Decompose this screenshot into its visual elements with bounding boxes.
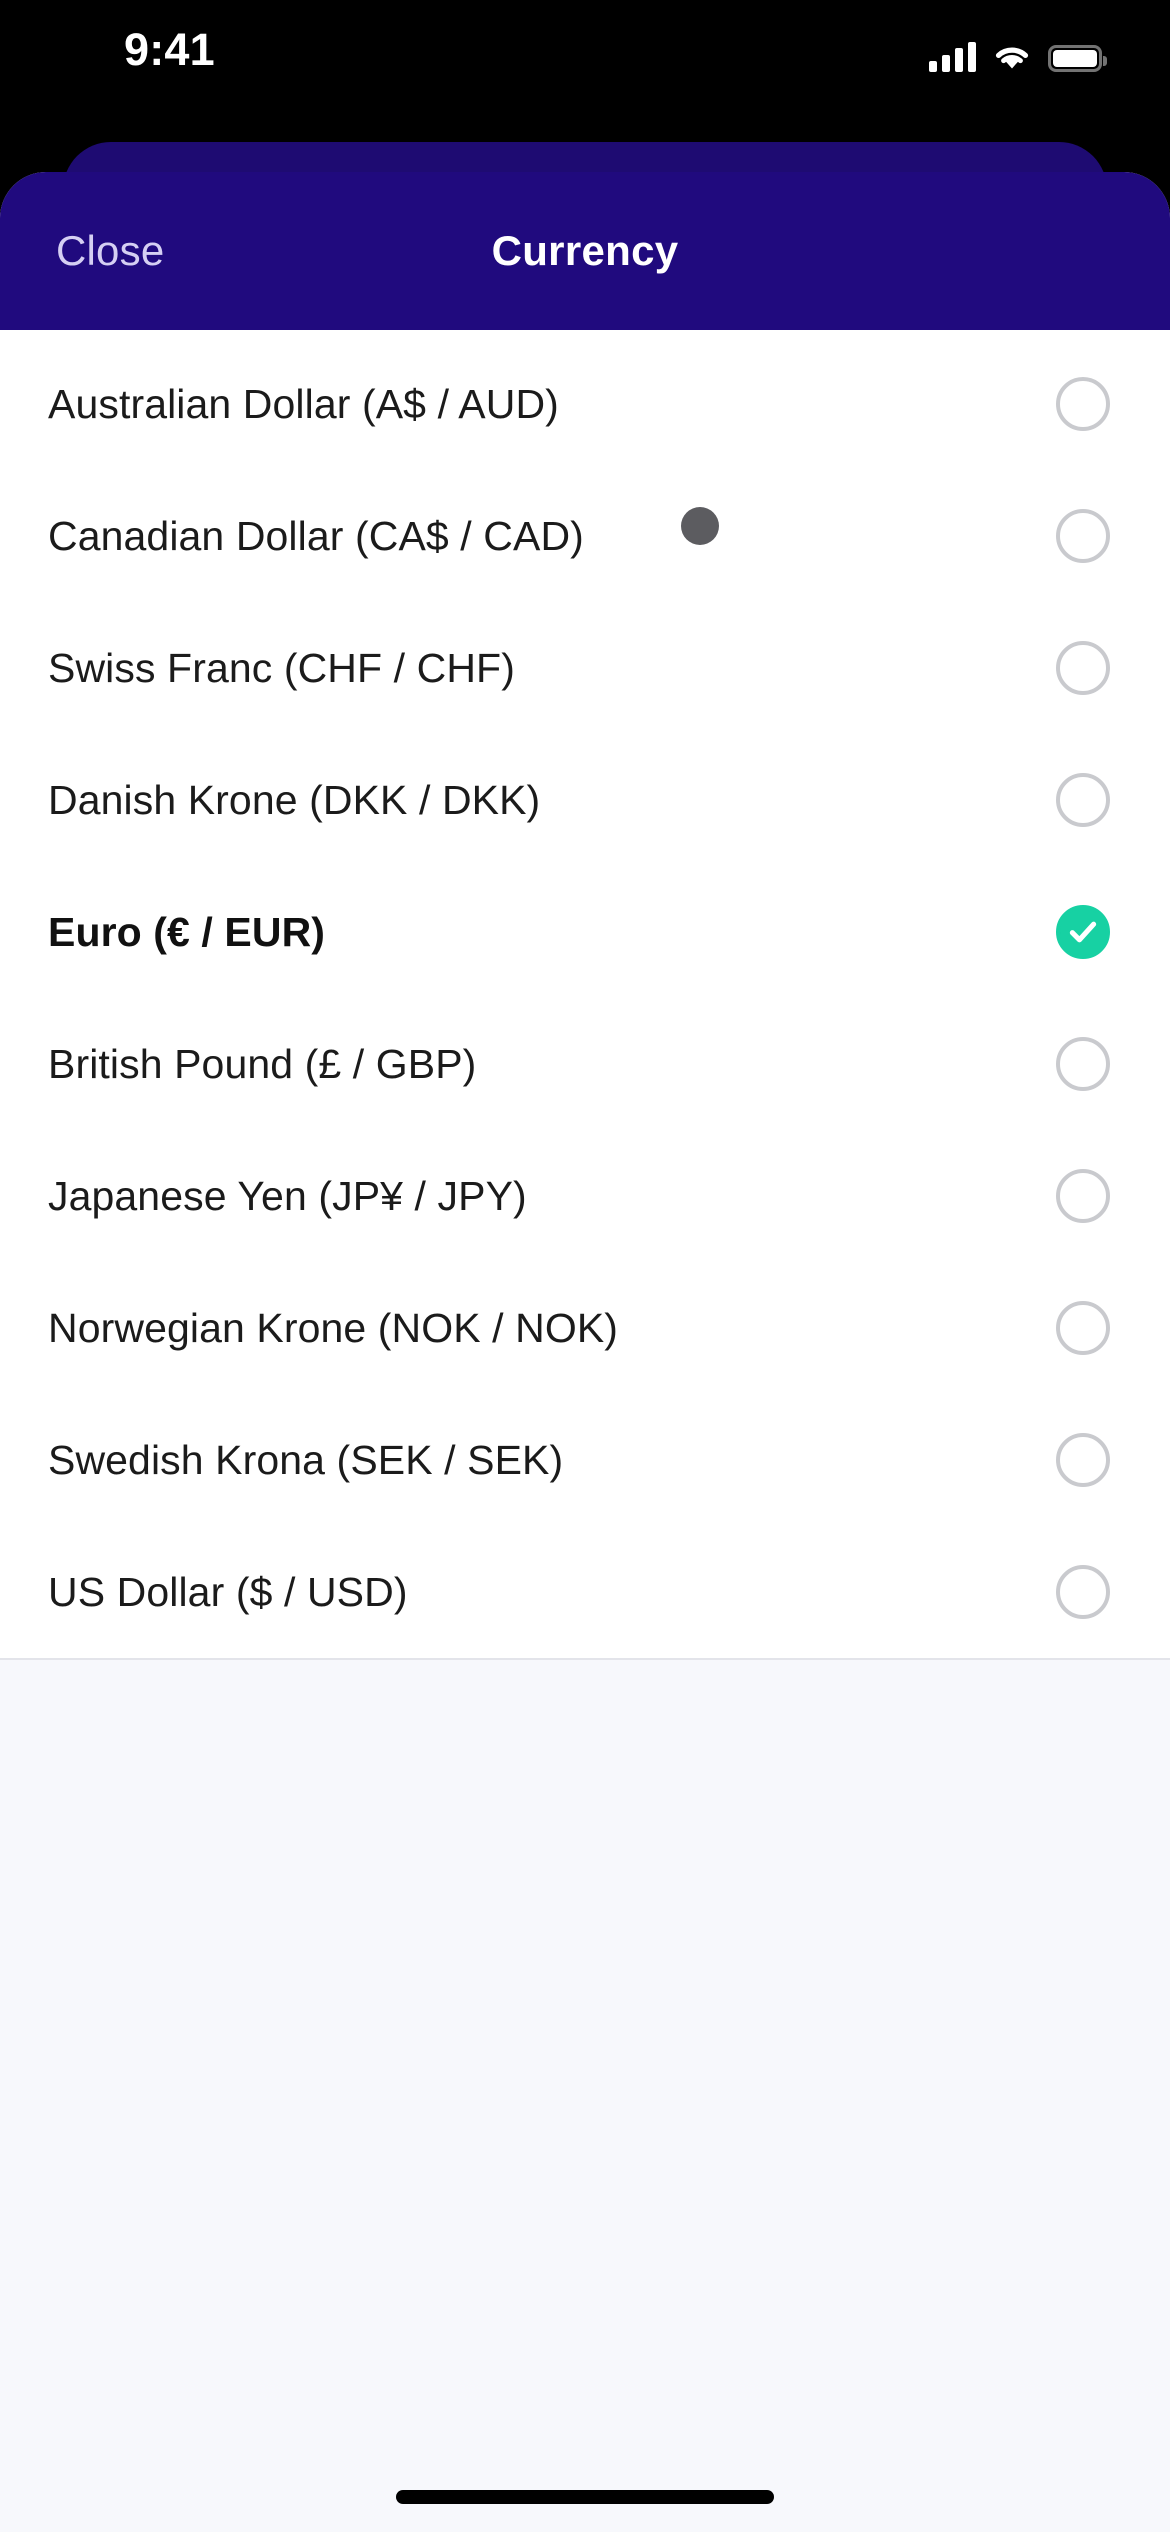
currency-row[interactable]: Australian Dollar (A$ / AUD) — [0, 338, 1170, 470]
status-bar-icons — [929, 32, 1107, 72]
currency-row-label: Swiss Franc (CHF / CHF) — [48, 644, 515, 691]
currency-row[interactable]: Canadian Dollar (CA$ / CAD) — [0, 470, 1170, 602]
battery-icon — [1048, 45, 1107, 72]
currency-row-label: Swedish Krona (SEK / SEK) — [48, 1436, 564, 1483]
currency-row-label: Japanese Yen (JP¥ / JPY) — [48, 1172, 527, 1219]
radio-unselected-icon[interactable] — [1056, 773, 1110, 827]
cursor-indicator — [681, 507, 719, 545]
radio-unselected-icon[interactable] — [1056, 641, 1110, 695]
currency-modal-sheet: Close Currency Australian Dollar (A$ / A… — [0, 172, 1170, 2532]
currency-row-label: Danish Krone (DKK / DKK) — [48, 776, 541, 823]
currency-row-label: Canadian Dollar (CA$ / CAD) — [48, 512, 584, 559]
currency-list: Australian Dollar (A$ / AUD) Canadian Dol… — [0, 330, 1170, 1660]
sheet-empty-area — [0, 1660, 1170, 2532]
radio-unselected-icon[interactable] — [1056, 1433, 1110, 1487]
radio-unselected-icon[interactable] — [1056, 1301, 1110, 1355]
currency-row-label: Norwegian Krone (NOK / NOK) — [48, 1304, 619, 1351]
phone-screen: Close Currency Australian Dollar (A$ / A… — [0, 0, 1170, 2532]
currency-row[interactable]: Danish Krone (DKK / DKK) — [0, 734, 1170, 866]
wifi-icon — [992, 42, 1032, 72]
currency-row-label: Euro (€ / EUR) — [48, 908, 326, 955]
radio-unselected-icon[interactable] — [1056, 1037, 1110, 1091]
currency-row-label: US Dollar ($ / USD) — [48, 1568, 408, 1615]
status-bar-time: 9:41 — [124, 24, 215, 75]
radio-unselected-icon[interactable] — [1056, 1169, 1110, 1223]
cellular-signal-icon — [929, 42, 976, 72]
modal-header: Close Currency — [0, 172, 1170, 330]
home-indicator — [396, 2490, 774, 2504]
currency-row[interactable]: US Dollar ($ / USD) — [0, 1526, 1170, 1658]
currency-row[interactable]: Japanese Yen (JP¥ / JPY) — [0, 1130, 1170, 1262]
currency-row[interactable]: Swiss Franc (CHF / CHF) — [0, 602, 1170, 734]
currency-row[interactable]: British Pound (£ / GBP) — [0, 998, 1170, 1130]
radio-unselected-icon[interactable] — [1056, 1565, 1110, 1619]
currency-row-label: British Pound (£ / GBP) — [48, 1040, 477, 1087]
radio-unselected-icon[interactable] — [1056, 509, 1110, 563]
radio-unselected-icon[interactable] — [1056, 377, 1110, 431]
page-title: Currency — [491, 227, 679, 274]
radio-selected-icon[interactable] — [1056, 905, 1110, 959]
currency-row-label: Australian Dollar (A$ / AUD) — [48, 380, 559, 427]
close-button[interactable]: Close — [48, 172, 172, 330]
currency-row[interactable]: Swedish Krona (SEK / SEK) — [0, 1394, 1170, 1526]
status-bar: 9:41 — [0, 0, 1170, 100]
currency-row[interactable]: Euro (€ / EUR) — [0, 866, 1170, 998]
currency-row[interactable]: Norwegian Krone (NOK / NOK) — [0, 1262, 1170, 1394]
